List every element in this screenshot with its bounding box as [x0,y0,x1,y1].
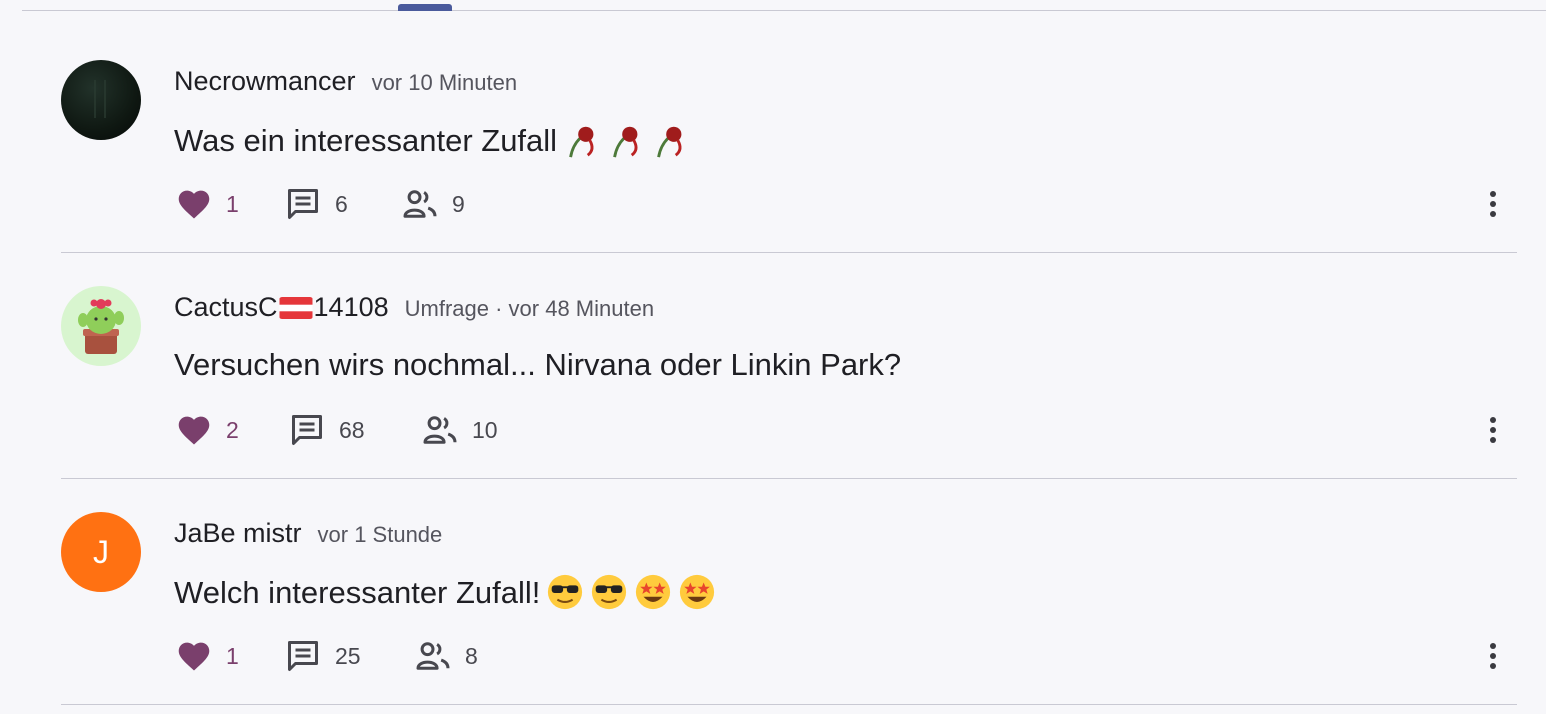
like-count: 2 [226,416,239,443]
sunglasses-face-icon [592,574,627,610]
like-count: 1 [226,642,239,669]
post-actions: 1 6 9 [174,184,1517,224]
comment-button[interactable]: 6 [285,184,348,224]
more-options-button[interactable] [1483,187,1503,221]
post-meta: vor 1 Stunde [317,522,443,547]
people-icon [416,642,450,670]
dot [1490,211,1496,217]
more-options-button[interactable] [1483,413,1503,447]
author-name-prefix: CactusC [174,292,278,322]
participant-count: 10 [472,416,498,443]
dot [1490,191,1496,197]
comment-icon [288,189,318,219]
participants-indicator: 10 [422,410,498,450]
wilted-rose-icon [613,126,638,158]
participant-count: 8 [465,642,478,669]
dot [1490,643,1496,649]
dot [1490,427,1496,433]
like-button[interactable]: 1 [176,184,239,224]
dot [1490,653,1496,659]
top-divider [22,10,1546,11]
comment-button[interactable]: 25 [285,636,361,676]
like-button[interactable]: 1 [176,636,239,676]
cactus-illustration [78,299,124,354]
author-name-suffix: 14108 [313,292,389,322]
wilted-rose-icon [657,126,682,158]
post-actions: 2 68 10 [174,410,1517,450]
participants-indicator: 8 [415,636,478,676]
wilted-rose-icon [569,126,594,158]
like-count: 1 [226,190,239,217]
people-icon [423,416,457,444]
avatar[interactable] [61,60,141,140]
post-item[interactable]: CactusC 14108 Umfrage · vor 48 Minuten Ve… [61,253,1517,479]
comment-button[interactable]: 68 [289,410,365,450]
post-item[interactable]: J JaBe mistr vor 1 Stunde Welch interess… [61,479,1517,705]
star-struck-face-icon [636,574,671,610]
dot [1490,437,1496,443]
sunglasses-face-icon [548,574,583,610]
post-meta: Umfrage · vor 48 Minuten [404,296,655,321]
participant-count: 9 [452,190,465,217]
comment-count: 25 [335,642,361,669]
dot [1490,201,1496,207]
post-text-content: Was ein interessanter Zufall [174,123,558,158]
post-text-content: Welch interessanter Zufall! [174,575,541,610]
austria-flag-icon [279,297,313,319]
heart-icon [178,190,210,219]
active-tab-indicator [398,4,452,11]
comment-icon [292,415,322,445]
like-button[interactable]: 2 [176,410,239,450]
avatar[interactable]: J [61,512,141,592]
more-options-button[interactable] [1483,639,1503,673]
post-actions: 1 25 8 [174,636,1517,676]
participants-indicator: 9 [402,184,465,224]
author-name[interactable]: CactusC 14108 [174,292,389,323]
post-text[interactable]: Versuchen wirs nochmal... Nirvana oder L… [174,347,901,383]
avatar[interactable] [61,286,141,366]
post-item[interactable]: Necrowmancer vor 10 Minuten Was ein inte… [61,27,1517,253]
post-text[interactable]: Welch interessanter Zufall! [174,573,716,611]
author-name[interactable]: Necrowmancer [174,66,356,97]
comment-count: 68 [339,416,365,443]
heart-icon [178,416,210,445]
star-struck-face-icon [680,574,715,610]
people-icon [403,190,437,218]
comment-icon [288,641,318,671]
author-name[interactable]: JaBe mistr [174,518,302,549]
heart-icon [178,642,210,671]
dot [1490,417,1496,423]
comment-count: 6 [335,190,348,217]
post-text[interactable]: Was ein interessanter Zufall [174,121,689,159]
dot [1490,663,1496,669]
post-meta: vor 10 Minuten [371,70,518,95]
